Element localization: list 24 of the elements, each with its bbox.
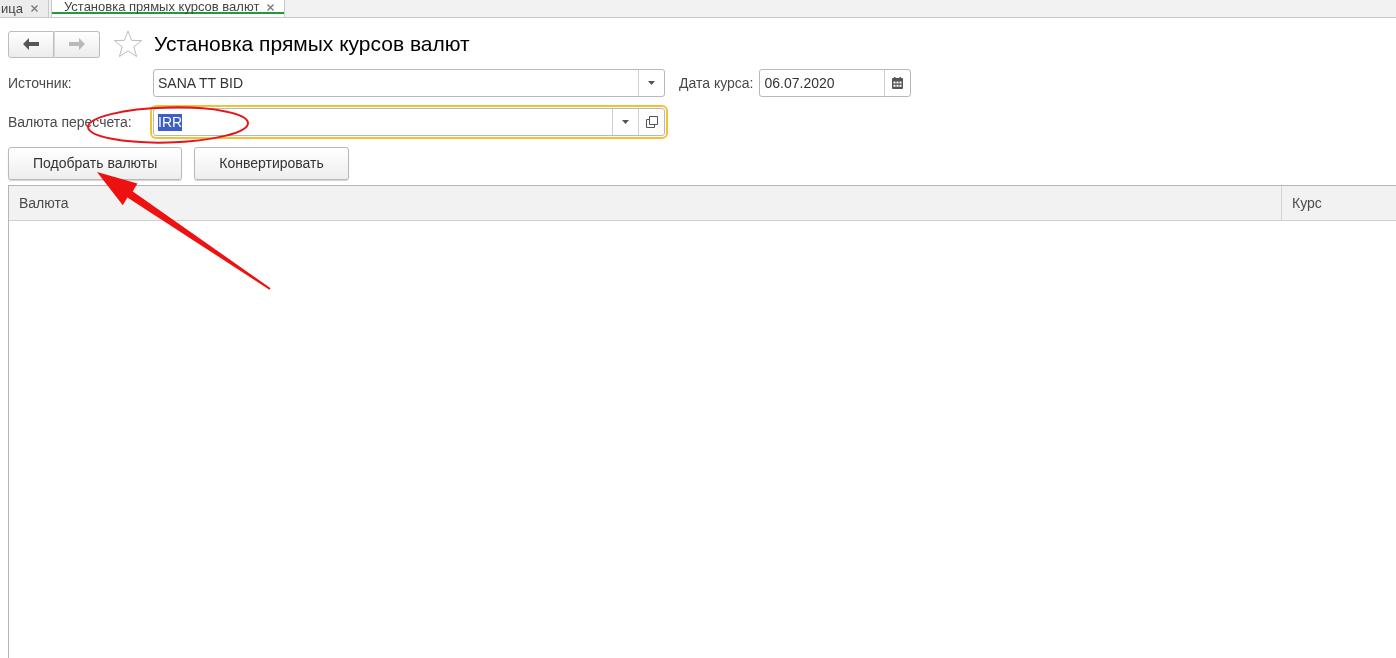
tab[interactable]: ица <box>0 0 49 17</box>
arrow-right-icon <box>69 38 85 50</box>
caret-icon <box>622 120 629 124</box>
calendar-icon <box>892 77 904 89</box>
field-value: IRR <box>158 113 183 131</box>
arrow-left-icon <box>23 38 39 50</box>
action-button[interactable]: Конвертировать <box>194 147 349 180</box>
close-icon[interactable] <box>30 5 38 12</box>
close-icon[interactable] <box>267 3 275 11</box>
field-label: Дата курса: <box>679 73 754 93</box>
caret-icon <box>648 81 655 85</box>
page-title: Установка прямых курсов валют <box>154 31 470 57</box>
select-field[interactable]: IRR <box>153 108 665 136</box>
overlapping-squares-icon <box>645 116 658 128</box>
field-value: 06.07.2020 <box>764 74 835 92</box>
date-field[interactable]: 06.07.2020 <box>759 69 912 97</box>
field-value: SANA TT BID <box>158 74 244 92</box>
action-button[interactable]: Подобрать валюты <box>8 147 183 180</box>
select-field[interactable]: SANA TT BID <box>153 69 665 97</box>
star-icon[interactable] <box>113 30 143 58</box>
field-label: Источник: <box>8 73 73 93</box>
tab[interactable]: Установка прямых курсов валют <box>50 0 286 17</box>
back-button[interactable] <box>8 30 54 58</box>
column-header[interactable]: Курс <box>1282 186 1396 220</box>
